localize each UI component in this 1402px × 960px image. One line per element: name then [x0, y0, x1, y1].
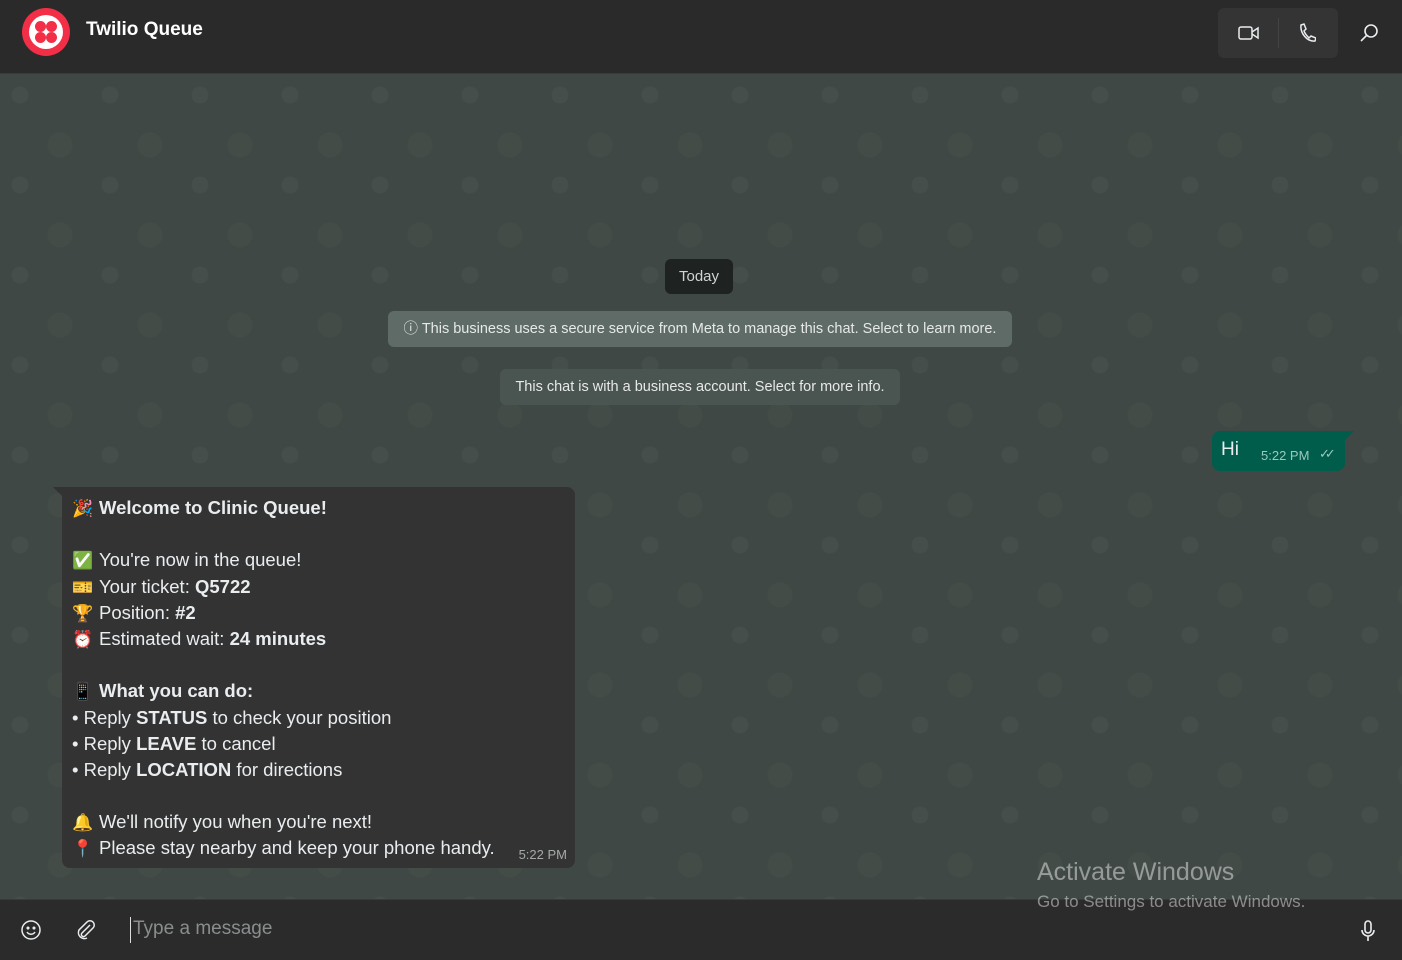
message-line [72, 783, 565, 809]
line-after: to check your position [207, 706, 392, 728]
message-line: • Reply LEAVE to cancel [72, 731, 565, 757]
microphone-icon [1361, 920, 1375, 941]
message-line: • Reply STATUS to check your position [72, 705, 565, 731]
outgoing-message[interactable]: Hi 5:22 PM ✓✓ [1212, 431, 1354, 471]
double-check-icon: ✓✓ [1319, 446, 1336, 461]
watermark-subtitle: Go to Settings to activate Windows. [1037, 892, 1306, 911]
line-text: You're now in the queue! [99, 549, 302, 571]
message-line: 🔔 We'll notify you when you're next! [72, 809, 565, 835]
line-bold: Q5722 [194, 575, 251, 597]
line-bold: #2 [175, 601, 196, 623]
business-notice[interactable]: This chat is with a business account. Se… [500, 369, 900, 405]
message-line: ⏰ Estimated wait: 24 minutes [72, 626, 565, 652]
incoming-message[interactable]: 🎉 Welcome to Clinic Queue! ✅ You're now in … [53, 487, 575, 868]
video-icon [1238, 26, 1259, 40]
line-bold: LOCATION [136, 758, 232, 780]
chat-header: Twilio Queue [0, 0, 1402, 74]
voice-message-button[interactable] [1356, 918, 1380, 944]
emoji-button[interactable] [19, 918, 43, 942]
search-icon [1360, 24, 1378, 42]
emoji-icon: 📱 [72, 682, 94, 702]
paperclip-icon [77, 920, 95, 940]
line-bold: 24 minutes [229, 627, 327, 649]
date-divider: Today [665, 259, 733, 294]
line-bold: STATUS [136, 706, 208, 728]
call-buttons [1218, 8, 1338, 58]
message-line [72, 652, 565, 678]
line-bold: Welcome to Clinic Queue! [99, 497, 327, 518]
emoji-icon: 📍 [72, 839, 94, 859]
watermark-title: Activate Windows [1037, 858, 1235, 886]
emoji-icon: ✅ [72, 551, 94, 571]
message-line: 📍 Please stay nearby and keep your phone … [72, 835, 565, 861]
emoji-icon [21, 920, 41, 940]
line-text: We'll notify you when you're next! [99, 811, 373, 833]
emoji-icon: 🎉 [72, 499, 94, 518]
message-time: 5:22 PM [518, 847, 567, 862]
message-line: 🎫 Your ticket: Q5722 [72, 574, 565, 600]
message-line: ✅ You're now in the queue! [72, 547, 565, 573]
line-after: to cancel [196, 732, 276, 754]
line-bold: What you can do: [99, 680, 254, 702]
line-text: Estimated wait: [99, 627, 230, 649]
line-after: for directions [231, 758, 343, 780]
message-line: 📱 What you can do: [72, 678, 565, 704]
meta-notice[interactable]: ⓘ This business uses a secure service fr… [388, 311, 1012, 347]
message-list[interactable]: Today ⓘ This business uses a secure serv… [0, 75, 1402, 899]
message-text: Hi [1221, 439, 1239, 460]
emoji-icon: 🎫 [72, 577, 94, 597]
phone-icon [1300, 23, 1316, 42]
search-button[interactable] [1356, 20, 1382, 46]
message-input[interactable]: Type a message [130, 917, 272, 943]
message-line [72, 521, 565, 547]
line-text: Your ticket: [99, 575, 195, 597]
line-text: • Reply [72, 758, 137, 780]
line-text: • Reply [72, 706, 137, 728]
line-text: • Reply [72, 732, 137, 754]
contact-name[interactable]: Twilio Queue [86, 19, 203, 41]
message-line: • Reply LOCATION for directions [72, 757, 565, 783]
video-call-button[interactable] [1234, 20, 1264, 46]
message-time: 5:22 PM [1261, 448, 1310, 463]
line-text: Position: [99, 601, 176, 623]
message-line: 🎉 Welcome to Clinic Queue! [72, 495, 565, 521]
emoji-icon: 🏆 [72, 603, 94, 623]
attach-button[interactable] [73, 918, 97, 942]
line-text: Please stay nearby and keep your phone h… [99, 837, 495, 859]
voice-call-button[interactable] [1294, 20, 1320, 46]
twilio-logo[interactable] [22, 8, 70, 56]
emoji-icon: 🔔 [72, 813, 94, 833]
emoji-icon: ⏰ [72, 629, 94, 649]
line-bold: LEAVE [136, 732, 197, 754]
message-line: 🏆 Position: #2 [72, 600, 565, 626]
